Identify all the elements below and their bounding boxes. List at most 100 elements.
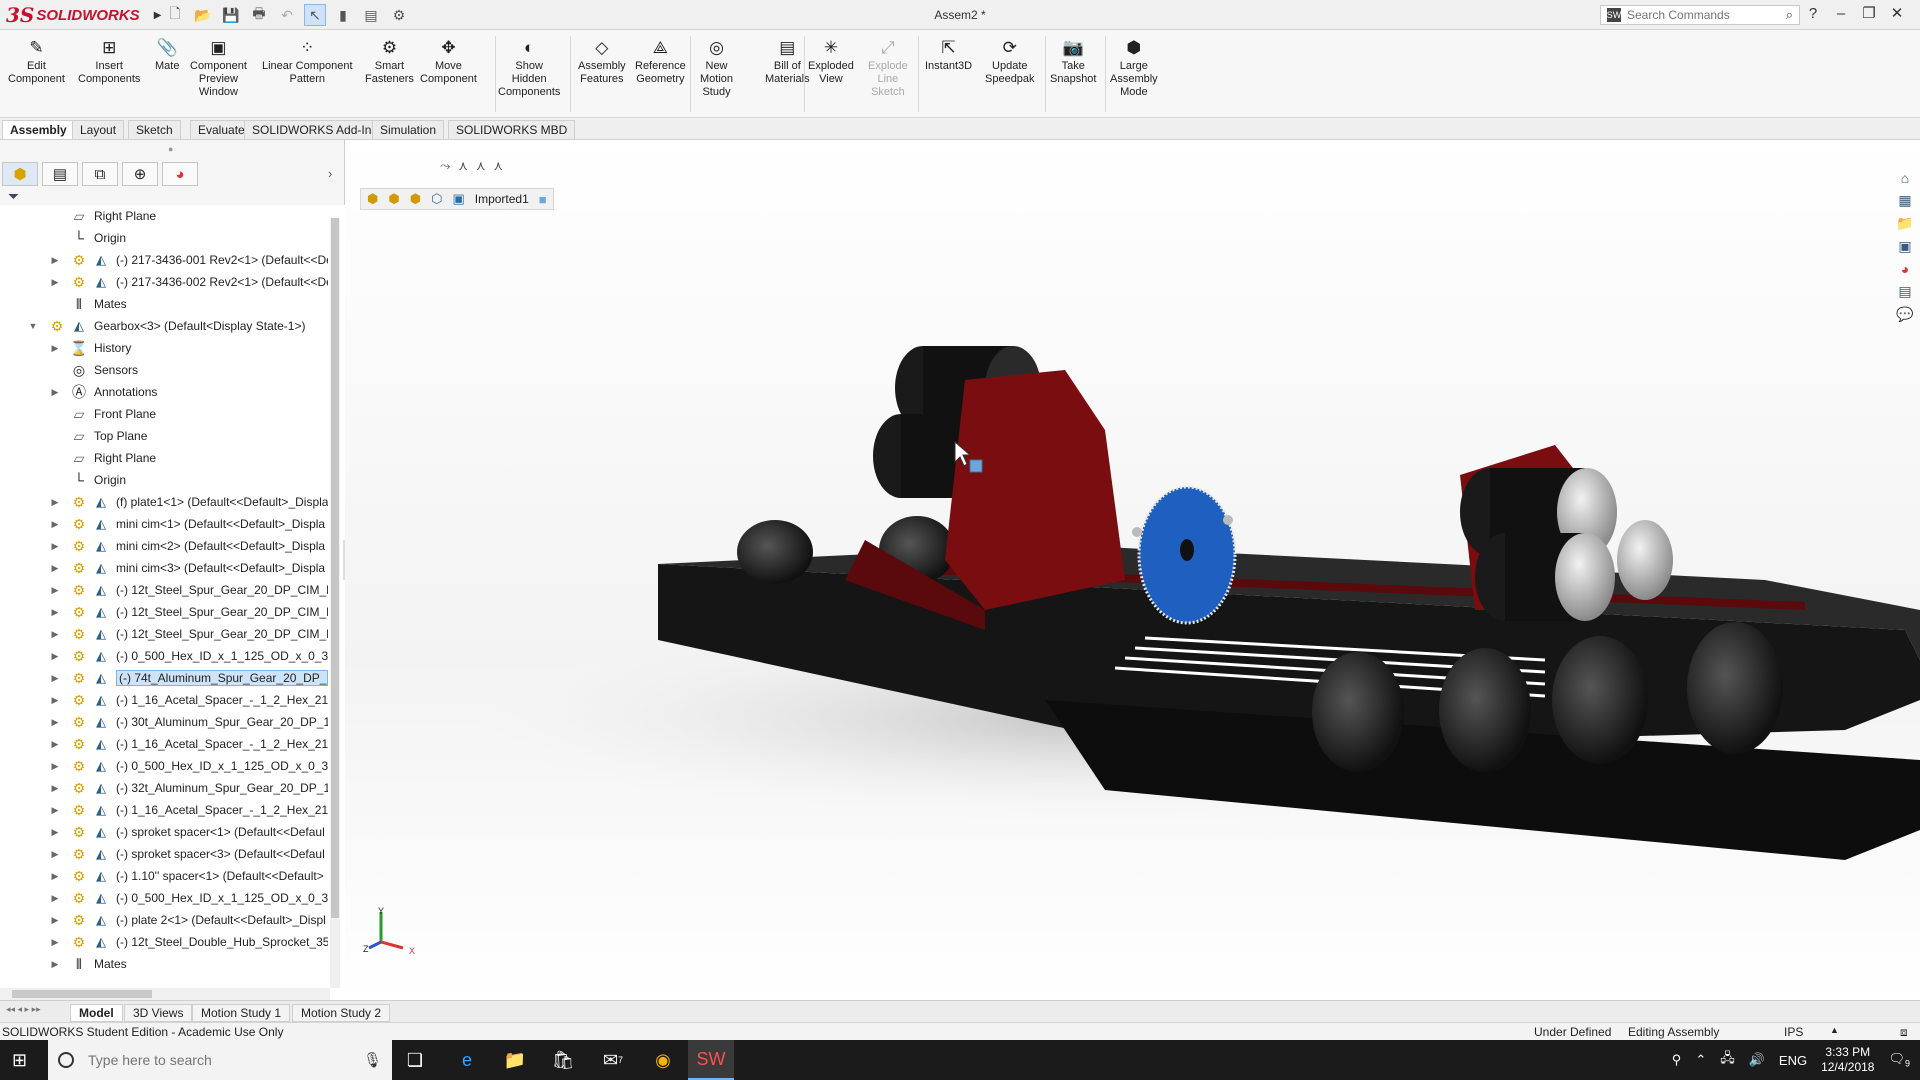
tree-item[interactable]: ▱ Top Plane <box>0 425 335 447</box>
expand-arrow-icon[interactable]: ▶ <box>50 497 60 508</box>
save-icon[interactable]: 💾 <box>220 4 242 26</box>
print-icon[interactable]: 🖶 <box>248 4 270 26</box>
tab-solidworks-add-ins[interactable]: SOLIDWORKS Add-Ins <box>244 120 386 139</box>
expand-arrow-icon[interactable]: ▶ <box>50 255 60 266</box>
menu-expand-icon[interactable]: ▶ <box>154 10 162 21</box>
tree-item[interactable]: └ Origin <box>0 469 335 491</box>
reference-geometry-button[interactable]: ⟁ Reference Geometry <box>635 36 686 86</box>
face-selection-icon[interactable]: ■ <box>539 192 547 207</box>
assembly-model[interactable] <box>345 140 1920 1000</box>
expand-arrow-icon[interactable]: ▶ <box>50 541 60 552</box>
expand-arrow-icon[interactable]: ▶ <box>50 387 60 398</box>
tree-item[interactable]: ▶ ⚙ ◭ (-) 74t_Aluminum_Spur_Gear_20_DP_1_2 <box>0 667 335 689</box>
expand-arrow-icon[interactable]: ▶ <box>50 607 60 618</box>
expand-arrow-icon[interactable]: ▶ <box>50 673 60 684</box>
expand-arrow-icon[interactable]: ▶ <box>50 739 60 750</box>
expand-arrow-icon[interactable]: ▶ <box>50 937 60 948</box>
search-commands-input[interactable] <box>1627 8 1767 22</box>
motion-study-button[interactable]: ◎ New Motion Study <box>700 36 733 99</box>
people-icon[interactable]: ⚲ <box>1672 1052 1682 1068</box>
filter-icon[interactable]: ⏷ <box>8 188 19 205</box>
expand-arrow-icon[interactable]: ▶ <box>50 277 60 288</box>
volume-icon[interactable]: 🔊 <box>1749 1052 1765 1068</box>
sketch-tool-icon[interactable]: ⋏ <box>493 158 503 174</box>
expand-arrow-icon[interactable]: ▶ <box>50 717 60 728</box>
file-explorer-icon[interactable]: 📁 <box>1896 215 1913 232</box>
expand-arrow-icon[interactable]: ▶ <box>50 871 60 882</box>
assembly-features-button[interactable]: ◇ Assembly Features <box>578 36 626 86</box>
dimxpert-tab[interactable]: ⊕ <box>122 162 158 186</box>
appearances-icon[interactable]: ◕ <box>1901 261 1909 277</box>
snapshot-button[interactable]: 📷 Take Snapshot <box>1050 36 1096 86</box>
forum-icon[interactable]: 💬 <box>1896 306 1913 323</box>
graphics-area[interactable]: ⤳ ⋏ ⋏ ⋏ ⬢ ⬢ ⬢ ⬡ ▣ Imported1 ■ 🔍 ⌕ ↺ ◧ ✶ … <box>345 140 1920 1000</box>
clock[interactable]: 3:33 PM 12/4/2018 <box>1821 1045 1874 1075</box>
instant3d-button[interactable]: ⇱ Instant3D <box>925 36 972 73</box>
tree-item[interactable]: ▶ ⚙ ◭ (-) 0_500_Hex_ID_x_1_125_OD_x_0_313_W <box>0 887 335 909</box>
taskbar-search[interactable]: 🎙 <box>48 1040 392 1080</box>
design-library-icon[interactable]: ▦ <box>1898 192 1911 209</box>
tree-item[interactable]: ▶ ⚙ ◭ (-) 1.10'' spacer<1> (Default<<Defaul… <box>0 865 335 887</box>
open-icon[interactable]: 📂 <box>192 4 214 26</box>
help-icon[interactable]: ? <box>1804 5 1822 22</box>
tab-sketch[interactable]: Sketch <box>128 120 181 139</box>
tree-item[interactable]: ▶ ⫴ Mates <box>0 953 335 975</box>
tree-item[interactable]: ▶ ⚙ ◭ (-) 1_16_Acetal_Spacer_-_1_2_Hex_217-… <box>0 733 335 755</box>
options-gear-icon[interactable]: ⚙ <box>388 4 410 26</box>
task-view-icon[interactable]: ❏ <box>392 1040 438 1080</box>
expand-arrow-icon[interactable]: ▶ <box>50 893 60 904</box>
file-properties-icon[interactable]: ▤ <box>360 4 382 26</box>
tree-item[interactable]: ▶ ⚙ ◭ (-) 30t_Aluminum_Spur_Gear_20_DP_1_2 <box>0 711 335 733</box>
restore-icon[interactable]: ❐ <box>1860 4 1878 22</box>
tree-item[interactable]: ▶ ⚙ ◭ (-) 217-3436-002 Rev2<1> (Default<<De <box>0 271 335 293</box>
select-cursor-icon[interactable]: ↖ <box>304 4 326 26</box>
expand-arrow-icon[interactable]: ▶ <box>50 563 60 574</box>
expand-arrow-icon[interactable]: ▶ <box>50 827 60 838</box>
tree-item[interactable]: ▶ ⚙ ◭ (-) 12t_Steel_Double_Hub_Sprocket_35_… <box>0 931 335 953</box>
expand-arrow-icon[interactable]: ▶ <box>50 695 60 706</box>
custom-properties-icon[interactable]: ▤ <box>1898 283 1911 300</box>
search-commands[interactable]: SW ⌕ <box>1600 5 1800 25</box>
linear-pattern-button[interactable]: ⁘ Linear Component Pattern <box>262 36 353 86</box>
tree-item[interactable]: ▶ ⚙ ◭ mini cim<2> (Default<<Default>_Displa <box>0 535 335 557</box>
network-icon[interactable]: 🖧 <box>1720 1049 1735 1071</box>
tree-item[interactable]: ▶ ⚙ ◭ (-) 1_16_Acetal_Spacer_-_1_2_Hex_217-… <box>0 689 335 711</box>
scroll-thumb[interactable] <box>12 990 152 998</box>
breadcrumb-label[interactable]: Imported1 <box>475 192 529 206</box>
bottom-tab-3d-views[interactable]: 3D Views <box>124 1004 193 1022</box>
tree-item[interactable]: ⫴ Mates <box>0 293 335 315</box>
undo-icon[interactable]: ↶ <box>276 4 298 26</box>
windows-start-icon[interactable]: ⊞ <box>12 1050 27 1071</box>
arrow-icon[interactable]: ⤳ <box>440 158 450 174</box>
store-icon[interactable]: 🛍 <box>540 1040 586 1080</box>
configuration-manager-tab[interactable]: ⧉ <box>82 162 118 186</box>
tree-item[interactable]: ▶ ⚙ ◭ (f) plate1<1> (Default<<Default>_Disp… <box>0 491 335 513</box>
expand-arrow-icon[interactable]: ▶ <box>50 783 60 794</box>
tree-vertical-scrollbar[interactable] <box>330 218 340 988</box>
tree-item[interactable]: ▱ Right Plane <box>0 205 335 227</box>
edge-browser-icon[interactable]: e <box>444 1040 490 1080</box>
solidworks-taskbar-icon[interactable]: SW <box>688 1040 734 1080</box>
tree-item[interactable]: ▶ ⚙ ◭ (-) 217-3436-001 Rev2<1> (Default<<De <box>0 249 335 271</box>
tab-simulation[interactable]: Simulation <box>372 120 445 139</box>
bottom-tab-motion-study-1[interactable]: Motion Study 1 <box>192 1004 291 1022</box>
notifications-icon[interactable]: 🗨9 <box>1888 1051 1910 1069</box>
tab-solidworks-mbd[interactable]: SOLIDWORKS MBD <box>448 120 576 139</box>
tree-item[interactable]: ▶ ⚙ ◭ (-) 0_500_Hex_ID_x_1_125_OD_x_0_313_W <box>0 645 335 667</box>
tree-item[interactable]: ▶ Ⓐ Annotations <box>0 381 335 403</box>
insert-components-button[interactable]: ⊞ Insert Components <box>78 36 140 86</box>
tab-scroll-icons[interactable]: ◂◂ ◂ ▸ ▸▸ <box>6 1004 41 1015</box>
expand-arrow-icon[interactable]: ▶ <box>50 519 60 530</box>
tree-item[interactable]: ▶ ⚙ ◭ (-) sproket spacer<3> (Default<<Defau… <box>0 843 335 865</box>
tree-item[interactable]: ▶ ⚙ ◭ (-) 12t_Steel_Spur_Gear_20_DP_CIM_Mot <box>0 623 335 645</box>
scroll-thumb[interactable] <box>331 218 339 918</box>
minimize-icon[interactable]: – <box>1832 5 1850 22</box>
rebuild-icon[interactable]: ▮ <box>332 4 354 26</box>
mail-icon[interactable]: ✉ 7 <box>590 1040 636 1080</box>
show-hidden-icons[interactable]: ⌃ <box>1695 1052 1706 1068</box>
new-document-icon[interactable]: 🗋 <box>164 4 186 26</box>
tree-item[interactable]: ▶ ⚙ ◭ (-) 12t_Steel_Spur_Gear_20_DP_CIM_Mot <box>0 601 335 623</box>
property-manager-tab[interactable]: ▤ <box>42 162 78 186</box>
assembly-icon[interactable]: ⬢ <box>388 191 399 207</box>
home-icon[interactable]: ⌂ <box>1901 170 1909 186</box>
